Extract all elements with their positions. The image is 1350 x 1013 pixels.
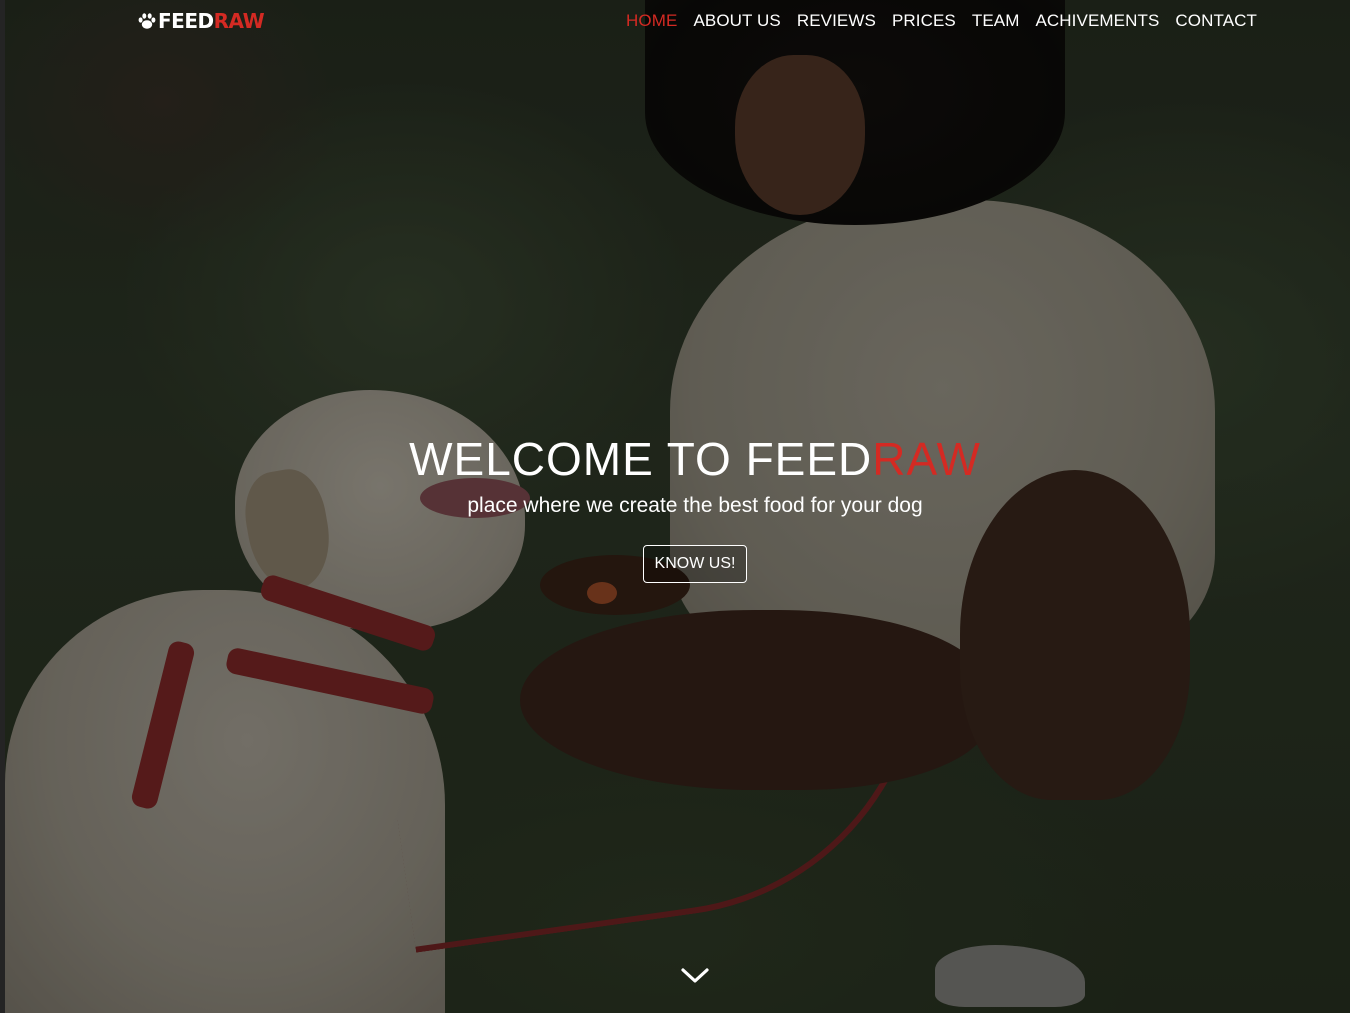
nav-item-contact: CONTACT <box>1175 11 1257 31</box>
nav-item-achievements: ACHIVEMENTS <box>1035 11 1159 31</box>
brand-logo[interactable]: FEEDRAW <box>137 9 265 33</box>
nav-item-reviews: REVIEWS <box>797 11 876 31</box>
nav-link-team[interactable]: TEAM <box>972 11 1020 30</box>
know-us-button[interactable]: KNOW US! <box>642 545 748 583</box>
nav-link-reviews[interactable]: REVIEWS <box>797 11 876 30</box>
nav-item-prices: PRICES <box>892 11 956 31</box>
scroll-down-button[interactable] <box>681 966 709 986</box>
nav-item-about: ABOUT US <box>693 11 780 31</box>
nav-link-prices[interactable]: PRICES <box>892 11 956 30</box>
hero-title-part2: RAW <box>872 433 981 485</box>
brand-name-part1: FEED <box>158 9 214 33</box>
nav-item-team: TEAM <box>972 11 1020 31</box>
nav-link-home[interactable]: HOME <box>626 11 677 30</box>
nav-link-achievements[interactable]: ACHIVEMENTS <box>1035 11 1159 30</box>
hero-subtitle: place where we create the best food for … <box>467 494 923 517</box>
nav-item-home: HOME <box>626 11 677 31</box>
brand-name: FEEDRAW <box>158 9 265 33</box>
main-navbar: FEEDRAW HOME ABOUT US REVIEWS PRICES TEA… <box>0 0 1350 42</box>
paw-icon <box>138 13 156 29</box>
hero-title-part1: WELCOME TO FEED <box>409 433 873 485</box>
hero-content: WELCOME TO FEEDRAW place where we create… <box>0 433 1350 583</box>
hero-title: WELCOME TO FEEDRAW <box>0 433 1350 485</box>
chevron-down-icon <box>681 968 709 983</box>
nav-link-contact[interactable]: CONTACT <box>1175 11 1257 30</box>
brand-name-part2: RAW <box>213 9 265 33</box>
nav-menu: HOME ABOUT US REVIEWS PRICES TEAM ACHIVE… <box>610 11 1257 31</box>
nav-link-about-us[interactable]: ABOUT US <box>693 11 780 30</box>
hero-section: FEEDRAW HOME ABOUT US REVIEWS PRICES TEA… <box>0 0 1350 1013</box>
